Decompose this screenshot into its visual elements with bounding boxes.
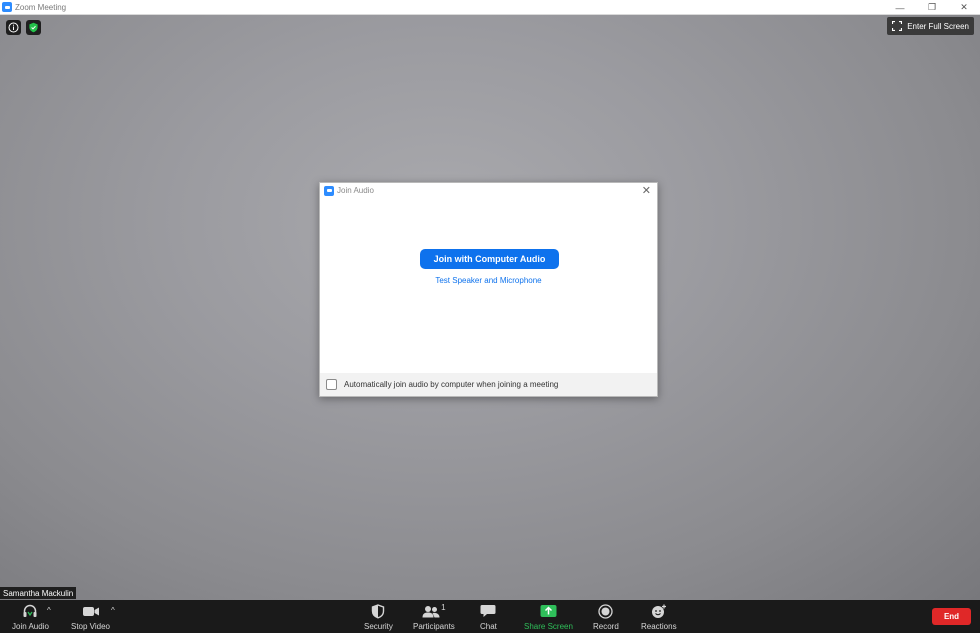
chat-label: Chat [480, 622, 497, 631]
zoom-logo-icon [324, 185, 334, 196]
video-camera-icon [82, 603, 100, 619]
chat-bubble-icon [480, 603, 496, 619]
share-screen-icon [540, 603, 557, 619]
auto-join-audio-label[interactable]: Automatically join audio by computer whe… [344, 380, 558, 389]
dialog-title: Join Audio [337, 186, 374, 195]
reactions-label: Reactions [641, 622, 677, 631]
headphones-icon [22, 603, 38, 619]
participants-icon: 1 [422, 603, 446, 619]
share-screen-label: Share Screen [524, 622, 573, 631]
record-icon [598, 603, 614, 619]
meeting-info-icon[interactable] [6, 20, 21, 35]
meeting-info-icons [6, 20, 41, 35]
smiley-plus-icon [651, 603, 667, 619]
security-button[interactable]: Security [364, 603, 393, 631]
reactions-button[interactable]: Reactions [641, 603, 677, 631]
auto-join-audio-checkbox[interactable] [326, 379, 337, 390]
join-audio-dialog: Join Audio ✕ Join with Computer Audio Te… [319, 182, 658, 397]
security-label: Security [364, 622, 393, 631]
meeting-toolbar: Join Audio ^ Stop Video ^ Security 1 Par… [0, 600, 980, 633]
join-audio-button[interactable]: Join Audio [12, 603, 49, 631]
dialog-close-button[interactable]: ✕ [642, 184, 651, 197]
test-speaker-microphone-link[interactable]: Test Speaker and Microphone [320, 276, 657, 285]
restore-button[interactable]: ❐ [916, 0, 948, 15]
window-title: Zoom Meeting [15, 2, 67, 12]
record-label: Record [593, 622, 619, 631]
end-meeting-button[interactable]: End [932, 608, 971, 625]
encryption-shield-icon[interactable] [26, 20, 41, 35]
minimize-button[interactable]: — [884, 0, 916, 15]
audio-options-caret[interactable]: ^ [47, 606, 51, 615]
close-window-button[interactable]: ✕ [948, 0, 980, 15]
record-button[interactable]: Record [593, 603, 619, 631]
chat-button[interactable]: Chat [480, 603, 497, 631]
share-screen-button[interactable]: Share Screen [524, 603, 573, 631]
video-options-caret[interactable]: ^ [111, 606, 115, 615]
dialog-footer: Automatically join audio by computer whe… [320, 373, 657, 396]
window-controls: — ❐ ✕ [884, 0, 980, 15]
participants-label: Participants [413, 622, 455, 631]
participants-button[interactable]: 1 Participants [413, 603, 455, 631]
stop-video-label: Stop Video [71, 622, 110, 631]
enter-full-screen-button[interactable]: Enter Full Screen [887, 17, 974, 35]
participant-name-tag: Samantha Mackulin [0, 587, 77, 599]
zoom-logo-icon [2, 2, 12, 12]
join-audio-label: Join Audio [12, 622, 49, 631]
stop-video-button[interactable]: Stop Video [71, 603, 110, 631]
window-titlebar: Zoom Meeting — ❐ ✕ [0, 0, 980, 15]
enter-full-screen-label: Enter Full Screen [907, 21, 969, 31]
dialog-header: Join Audio [320, 183, 657, 198]
security-shield-icon [371, 603, 385, 619]
join-with-computer-audio-button[interactable]: Join with Computer Audio [420, 249, 559, 269]
fullscreen-icon [892, 21, 903, 31]
participant-count: 1 [441, 603, 446, 612]
